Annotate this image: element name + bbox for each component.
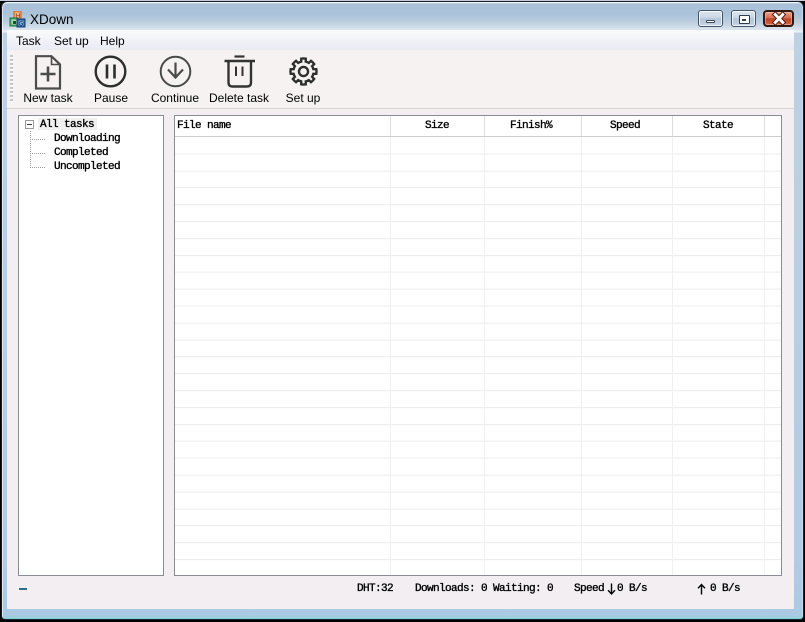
svg-text:G: G (19, 22, 24, 28)
